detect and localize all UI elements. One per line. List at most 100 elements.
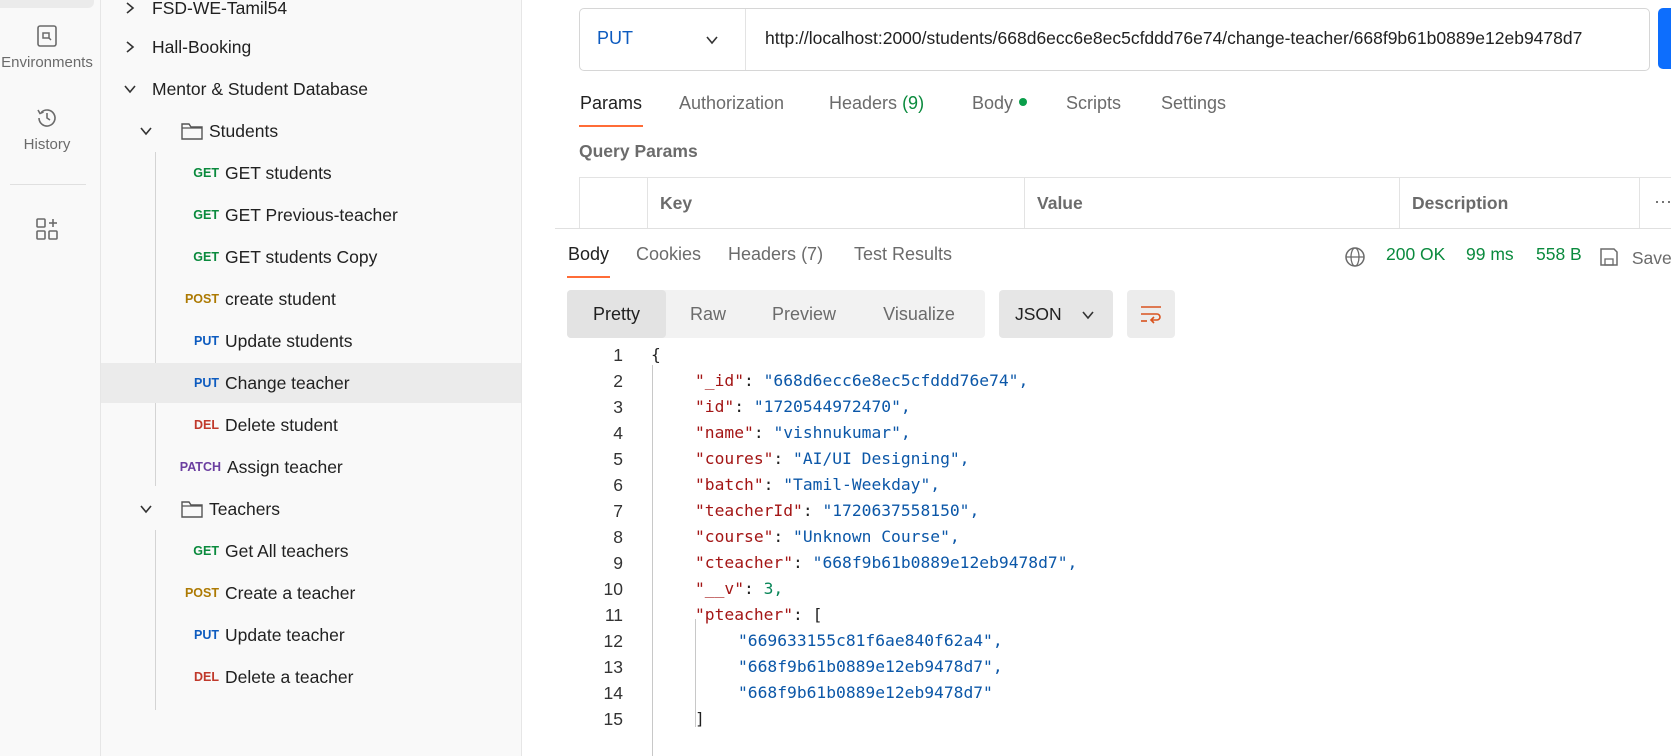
tab-headers-label: Headers xyxy=(829,93,898,113)
tab-headers[interactable]: Headers (9) xyxy=(829,93,924,114)
method-badge: DEL xyxy=(194,670,219,684)
more-options-icon[interactable]: ⋯ xyxy=(1654,192,1671,213)
response-time[interactable]: 99 ms xyxy=(1466,244,1514,265)
wrap-lines-icon xyxy=(1141,306,1161,324)
response-tab-body[interactable]: Body xyxy=(568,244,609,265)
response-size[interactable]: 558 B xyxy=(1536,244,1582,265)
tree-request-update-students[interactable]: PUT Update students xyxy=(101,321,521,361)
view-mode-raw[interactable]: Raw xyxy=(666,290,750,338)
tree-item-label: Assign teacher xyxy=(227,456,343,477)
tree-item-fsd-we-tamil54[interactable]: FSD-WE-Tamil54 xyxy=(101,0,521,28)
method-select[interactable]: PUT xyxy=(580,9,746,70)
tree-request-update-teacher[interactable]: PUT Update teacher xyxy=(101,615,521,655)
method-badge: GET xyxy=(193,544,219,558)
method-badge: PATCH xyxy=(179,460,221,474)
code-line: "668f9b61b0889e12eb9478d7" xyxy=(738,683,993,702)
view-mode-preview[interactable]: Preview xyxy=(750,290,858,338)
code-line: "teacherId": "1720637558150", xyxy=(695,501,980,520)
view-mode-segment: Pretty Raw Preview Visualize xyxy=(567,290,985,338)
rail-history[interactable]: History xyxy=(0,106,94,153)
line-number: 4 xyxy=(613,423,623,443)
line-number: 10 xyxy=(603,579,623,599)
response-tab-test-results[interactable]: Test Results xyxy=(854,244,952,265)
code-line: "668f9b61b0889e12eb9478d7", xyxy=(738,657,1003,676)
tree-request-change-teacher[interactable]: PUT Change teacher xyxy=(101,363,521,403)
tab-params[interactable]: Params xyxy=(580,93,642,114)
active-tab-underline xyxy=(579,125,643,127)
rail-environments[interactable]: Environments xyxy=(0,24,94,71)
code-line: "_id": "668d6ecc6e8ec5cfddd76e74", xyxy=(695,371,1029,390)
tree-request-get-all-teachers[interactable]: GET Get All teachers xyxy=(101,531,521,571)
response-tab-cookies[interactable]: Cookies xyxy=(636,244,701,265)
rail-configure[interactable] xyxy=(0,217,94,247)
tree-item-label: GET Previous-teacher xyxy=(225,204,398,225)
tree-item-label: Create a teacher xyxy=(225,582,356,603)
tab-authorization[interactable]: Authorization xyxy=(679,93,784,114)
response-body-code[interactable]: 1 2 3 4 5 6 7 8 9 10 11 12 13 14 15 { "_… xyxy=(555,345,1671,756)
tree-request-create-a-teacher[interactable]: POST Create a teacher xyxy=(101,573,521,613)
line-number: 12 xyxy=(603,631,623,651)
line-number: 2 xyxy=(613,371,623,391)
tab-body[interactable]: Body xyxy=(972,93,1028,114)
tree-request-delete-student[interactable]: DEL Delete student xyxy=(101,405,521,445)
left-rail: Environments History xyxy=(0,0,101,756)
tree-request-get-students-copy[interactable]: GET GET students Copy xyxy=(101,237,521,277)
response-tab-headers-count: (7) xyxy=(801,244,824,264)
tree-request-get-students[interactable]: GET GET students xyxy=(101,153,521,193)
code-line: { xyxy=(651,345,661,364)
line-number: 13 xyxy=(603,657,623,677)
query-params-table: Key Value Description ⋯ xyxy=(579,177,1671,228)
send-button[interactable] xyxy=(1658,8,1671,69)
method-badge: GET xyxy=(193,208,219,222)
tree-item-label: create student xyxy=(225,288,336,309)
tree-item-label: Teachers xyxy=(209,498,281,519)
method-badge: POST xyxy=(184,292,219,306)
line-number: 15 xyxy=(603,709,623,729)
line-number: 9 xyxy=(613,553,623,573)
save-response-label: Save xyxy=(1631,248,1671,268)
tree-request-delete-a-teacher[interactable]: DEL Delete a teacher xyxy=(101,657,521,697)
method-badge: PUT xyxy=(194,334,219,348)
save-icon xyxy=(1600,248,1618,266)
save-response-button[interactable]: Save xyxy=(1599,244,1671,269)
response-tab-headers[interactable]: Headers (7) xyxy=(728,244,823,265)
chevron-right-icon xyxy=(126,41,135,53)
tree-item-label: FSD-WE-Tamil54 xyxy=(152,0,288,18)
format-select[interactable]: JSON xyxy=(999,290,1113,338)
view-mode-visualize[interactable]: Visualize xyxy=(858,290,980,338)
tree-item-label: Get All teachers xyxy=(225,540,349,561)
qp-checkbox-column xyxy=(580,178,648,228)
qp-header-description: Description xyxy=(1400,178,1640,228)
tree-item-label: Students xyxy=(209,120,279,141)
tree-item-label: Delete a teacher xyxy=(225,666,354,687)
method-badge: PUT xyxy=(194,376,219,390)
tree-item-label: Mentor & Student Database xyxy=(152,78,368,99)
tree-item-hall-booking[interactable]: Hall-Booking xyxy=(101,27,521,67)
rail-active-tab[interactable] xyxy=(0,0,94,8)
url-bar: PUT http://localhost:2000/students/668d6… xyxy=(579,8,1650,71)
tree-folder-teachers[interactable]: Teachers xyxy=(101,489,521,529)
add-workbench-icon xyxy=(36,218,58,240)
tree-item-mentor-student-database[interactable]: Mentor & Student Database xyxy=(101,69,521,109)
tree-item-label: Update teacher xyxy=(225,624,345,645)
view-mode-pretty[interactable]: Pretty xyxy=(567,290,666,338)
tab-scripts[interactable]: Scripts xyxy=(1066,93,1121,114)
url-input[interactable]: http://localhost:2000/students/668d6ecc6… xyxy=(765,28,1623,49)
rail-history-label: History xyxy=(23,136,71,153)
network-globe[interactable] xyxy=(1344,244,1366,271)
tree-request-get-previous-teacher[interactable]: GET GET Previous-teacher xyxy=(101,195,521,235)
globe-icon xyxy=(1345,247,1365,267)
chevron-down-icon xyxy=(140,127,152,136)
tree-request-create-student[interactable]: POST create student xyxy=(101,279,521,319)
tree-request-assign-teacher[interactable]: PATCH Assign teacher xyxy=(101,447,521,487)
tree-item-label: GET students Copy xyxy=(225,246,378,267)
status-code[interactable]: 200 OK xyxy=(1386,244,1445,265)
qp-header-value: Value xyxy=(1025,178,1400,228)
wrap-lines-button[interactable] xyxy=(1127,290,1175,338)
response-tab-headers-label: Headers xyxy=(728,244,797,264)
code-line: "__v": 3, xyxy=(695,579,784,598)
tree-item-label: GET students xyxy=(225,162,332,183)
tree-folder-students[interactable]: Students xyxy=(101,111,521,151)
tab-settings[interactable]: Settings xyxy=(1161,93,1226,114)
line-number: 5 xyxy=(613,449,623,469)
